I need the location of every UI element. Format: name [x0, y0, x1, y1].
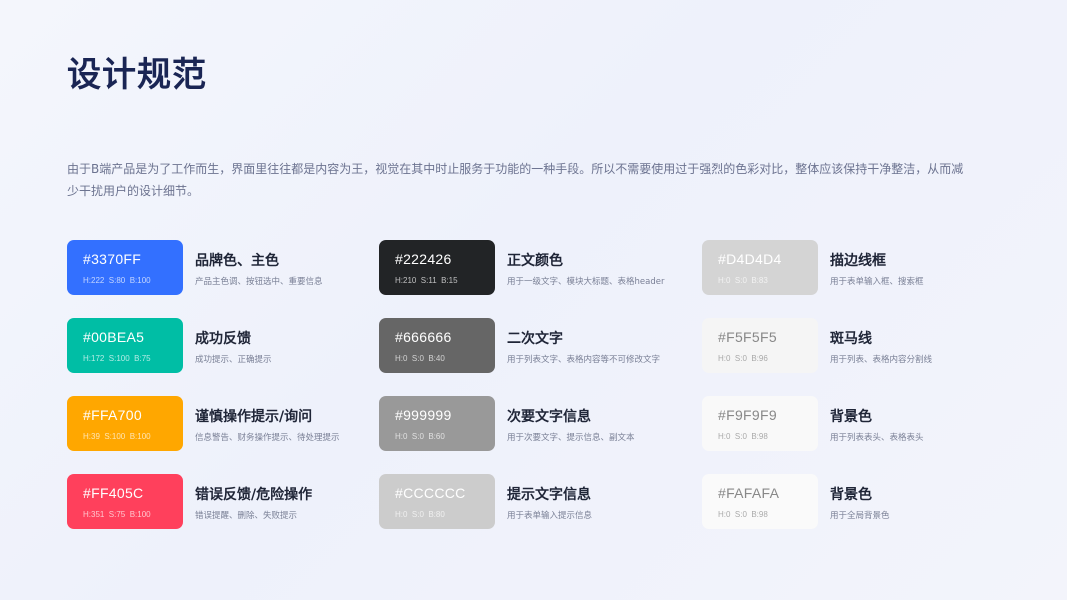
- swatch-color-usage: 错误提醒、删除、失败提示: [195, 511, 298, 521]
- color-swatch-item: #FAFAFA H:0 S:0 B:98 背景色用于全局背景色: [702, 474, 1012, 530]
- swatch-hex-code: #666666: [395, 329, 452, 345]
- color-swatch-item: #666666 H:0 S:0 B:40 二次文字用于列表文字、表格内容等不可修改文…: [379, 318, 689, 374]
- color-swatch: #F5F5F5 H:0 S:0 B:96: [702, 318, 818, 373]
- description-text: 由于B端产品是为了工作而生，界面里往往都是内容为王，视觉在其中时止服务于功能的一…: [67, 162, 964, 198]
- color-swatch: #666666 H:0 S:0 B:40: [379, 318, 495, 373]
- color-swatch: #222426 H:210 S:11 B:15: [379, 240, 495, 295]
- swatch-hex-code: #F9F9F9: [718, 407, 777, 423]
- swatch-hsb-values: H:222 S:80 B:100: [83, 276, 151, 285]
- swatch-hex-code: #F5F5F5: [718, 329, 777, 345]
- swatch-hsb-values: H:0 S:0 B:60: [395, 432, 445, 441]
- swatch-hex-code: #222426: [395, 251, 452, 267]
- swatch-hex-code: #999999: [395, 407, 452, 423]
- color-swatch-item: #222426 H:210 S:11 B:15 正文颜色用于一级文字、模块大标题、表…: [379, 240, 689, 296]
- color-swatch: #D4D4D4 H:0 S:0 B:83: [702, 240, 818, 295]
- swatch-hsb-values: H:0 S:0 B:98: [718, 432, 768, 441]
- color-swatch: #FF405C H:351 S:75 B:100: [67, 474, 183, 529]
- color-swatch-item: #FFA700 H:39 S:100 B:100 谨慎操作提示/询问信息警告、财务操…: [67, 396, 377, 452]
- swatch-color-usage: 用于一级文字、模块大标题、表格header: [507, 277, 665, 287]
- swatch-hsb-values: H:0 S:0 B:83: [718, 276, 768, 285]
- swatch-color-name: 成功反馈: [195, 331, 251, 347]
- swatch-hex-code: #3370FF: [83, 251, 142, 267]
- color-swatch: #CCCCCC H:0 S:0 B:80: [379, 474, 495, 529]
- swatch-hex-code: #CCCCCC: [395, 485, 466, 501]
- swatch-color-usage: 用于次要文字、提示信息、副文本: [507, 433, 635, 443]
- swatch-hsb-values: H:210 S:11 B:15: [395, 276, 458, 285]
- color-swatch-item: #999999 H:0 S:0 B:60 次要文字信息用于次要文字、提示信息、副文本: [379, 396, 689, 452]
- color-swatch-item: #D4D4D4 H:0 S:0 B:83 描边线框用于表单输入框、搜索框: [702, 240, 1012, 296]
- swatch-hsb-values: H:0 S:0 B:40: [395, 354, 445, 363]
- swatch-hsb-values: H:0 S:0 B:98: [718, 510, 768, 519]
- color-swatch: #3370FF H:222 S:80 B:100: [67, 240, 183, 295]
- swatch-color-usage: 用于列表表头、表格表头: [830, 433, 924, 443]
- swatch-hsb-values: H:0 S:0 B:80: [395, 510, 445, 519]
- swatch-color-name: 背景色: [830, 487, 872, 503]
- color-swatch-item: #3370FF H:222 S:80 B:100 品牌色、主色产品主色调、按钮选中、…: [67, 240, 377, 296]
- swatch-color-name: 描边线框: [830, 253, 886, 269]
- swatch-color-name: 品牌色、主色: [195, 253, 279, 269]
- swatch-color-usage: 用于表单输入提示信息: [507, 511, 593, 521]
- swatch-color-usage: 用于全局背景色: [830, 511, 890, 521]
- swatch-color-usage: 用于列表文字、表格内容等不可修改文字: [507, 355, 661, 365]
- swatch-color-name: 错误反馈/危险操作: [195, 487, 313, 503]
- color-swatch: #999999 H:0 S:0 B:60: [379, 396, 495, 451]
- page-title: 设计规范: [67, 55, 207, 95]
- swatch-color-usage: 信息警告、财务操作提示、待处理提示: [195, 433, 340, 443]
- color-swatch: #FFA700 H:39 S:100 B:100: [67, 396, 183, 451]
- swatch-color-name: 次要文字信息: [507, 409, 591, 425]
- swatch-hex-code: #FAFAFA: [718, 485, 780, 501]
- swatch-hex-code: #D4D4D4: [718, 251, 782, 267]
- swatch-color-usage: 产品主色调、按钮选中、重要信息: [195, 277, 323, 287]
- swatch-color-name: 二次文字: [507, 331, 563, 347]
- color-swatch-item: #00BEA5 H:172 S:100 B:75 成功反馈成功提示、正确提示: [67, 318, 377, 374]
- color-swatch: #00BEA5 H:172 S:100 B:75: [67, 318, 183, 373]
- swatch-hsb-values: H:172 S:100 B:75: [83, 354, 151, 363]
- swatch-hsb-values: H:0 S:0 B:96: [718, 354, 768, 363]
- swatch-hsb-values: H:351 S:75 B:100: [83, 510, 151, 519]
- swatch-hsb-values: H:39 S:100 B:100: [83, 432, 151, 441]
- swatch-color-name: 背景色: [830, 409, 872, 425]
- color-swatch: #FAFAFA H:0 S:0 B:98: [702, 474, 818, 529]
- swatch-hex-code: #FFA700: [83, 407, 142, 423]
- color-swatch-item: #CCCCCC H:0 S:0 B:80 提示文字信息用于表单输入提示信息: [379, 474, 689, 530]
- color-swatch: #F9F9F9 H:0 S:0 B:98: [702, 396, 818, 451]
- swatch-color-name: 斑马线: [830, 331, 872, 347]
- swatch-hex-code: #00BEA5: [83, 329, 145, 345]
- swatch-color-usage: 用于列表、表格内容分割线: [830, 355, 933, 365]
- swatch-color-name: 提示文字信息: [507, 487, 591, 503]
- swatch-color-usage: 用于表单输入框、搜索框: [830, 277, 924, 287]
- swatch-color-usage: 成功提示、正确提示: [195, 355, 272, 365]
- color-swatch-item: #F5F5F5 H:0 S:0 B:96 斑马线用于列表、表格内容分割线: [702, 318, 1012, 374]
- swatch-color-name: 谨慎操作提示/询问: [195, 409, 313, 425]
- swatch-color-name: 正文颜色: [507, 253, 563, 269]
- color-swatch-item: #F9F9F9 H:0 S:0 B:98 背景色用于列表表头、表格表头: [702, 396, 1012, 452]
- swatch-hex-code: #FF405C: [83, 485, 144, 501]
- color-swatch-item: #FF405C H:351 S:75 B:100 错误反馈/危险操作错误提醒、删除、…: [67, 474, 377, 530]
